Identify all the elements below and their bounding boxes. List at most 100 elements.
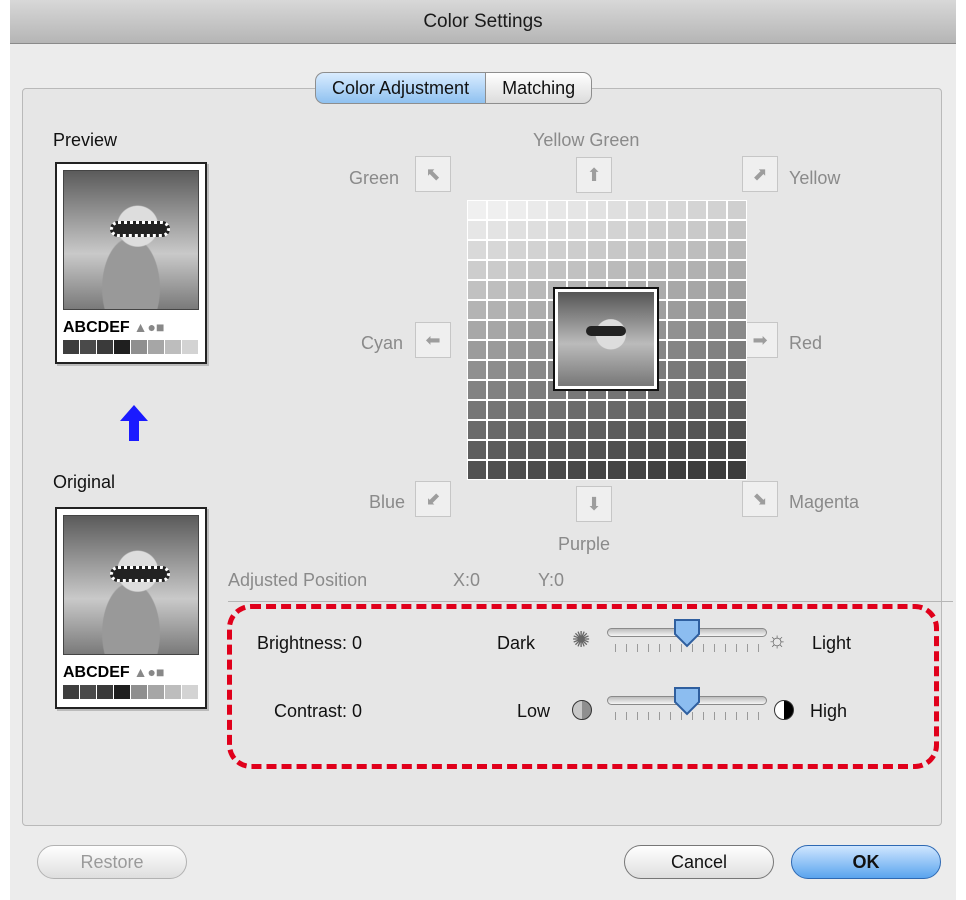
restore-button[interactable]: Restore	[37, 845, 187, 879]
grid-cell[interactable]	[728, 461, 746, 479]
cyan-button[interactable]: ⬅	[415, 322, 451, 358]
grid-cell[interactable]	[628, 421, 646, 439]
grid-cell[interactable]	[508, 381, 526, 399]
grid-cell[interactable]	[588, 401, 606, 419]
grid-cell[interactable]	[728, 321, 746, 339]
grid-cell[interactable]	[528, 241, 546, 259]
grid-cell[interactable]	[668, 301, 686, 319]
grid-cell[interactable]	[668, 241, 686, 259]
grid-cell[interactable]	[508, 461, 526, 479]
grid-cell[interactable]	[468, 221, 486, 239]
grid-cell[interactable]	[528, 281, 546, 299]
grid-cell[interactable]	[508, 341, 526, 359]
grid-cell[interactable]	[688, 341, 706, 359]
grid-cell[interactable]	[548, 401, 566, 419]
grid-cell[interactable]	[568, 461, 586, 479]
grid-cell[interactable]	[628, 441, 646, 459]
grid-cell[interactable]	[488, 341, 506, 359]
grid-cell[interactable]	[688, 221, 706, 239]
grid-cell[interactable]	[688, 381, 706, 399]
grid-cell[interactable]	[508, 421, 526, 439]
contrast-slider-thumb[interactable]	[673, 686, 701, 716]
grid-cell[interactable]	[488, 441, 506, 459]
grid-cell[interactable]	[648, 221, 666, 239]
grid-cell[interactable]	[568, 441, 586, 459]
grid-cell[interactable]	[528, 261, 546, 279]
grid-cell[interactable]	[668, 381, 686, 399]
grid-cell[interactable]	[688, 261, 706, 279]
grid-cell[interactable]	[468, 281, 486, 299]
grid-cell[interactable]	[628, 261, 646, 279]
grid-cell[interactable]	[708, 301, 726, 319]
grid-cell[interactable]	[668, 461, 686, 479]
grid-cell[interactable]	[488, 321, 506, 339]
grid-cell[interactable]	[468, 381, 486, 399]
grid-cell[interactable]	[528, 221, 546, 239]
grid-cell[interactable]	[548, 421, 566, 439]
grid-cell[interactable]	[668, 361, 686, 379]
grid-cell[interactable]	[488, 281, 506, 299]
grid-cell[interactable]	[668, 341, 686, 359]
grid-cell[interactable]	[728, 401, 746, 419]
grid-cell[interactable]	[548, 461, 566, 479]
grid-cell[interactable]	[468, 461, 486, 479]
grid-cell[interactable]	[488, 461, 506, 479]
grid-cell[interactable]	[708, 281, 726, 299]
grid-cell[interactable]	[508, 221, 526, 239]
brightness-slider-thumb[interactable]	[673, 618, 701, 648]
grid-cell[interactable]	[488, 221, 506, 239]
grid-cell[interactable]	[688, 321, 706, 339]
grid-cell[interactable]	[588, 201, 606, 219]
grid-cell[interactable]	[468, 201, 486, 219]
grid-cell[interactable]	[708, 441, 726, 459]
grid-cell[interactable]	[728, 441, 746, 459]
green-button[interactable]: ⬉	[415, 156, 451, 192]
grid-cell[interactable]	[708, 221, 726, 239]
grid-cell[interactable]	[688, 241, 706, 259]
grid-cell[interactable]	[468, 241, 486, 259]
grid-cell[interactable]	[568, 401, 586, 419]
grid-cell[interactable]	[608, 441, 626, 459]
grid-cell[interactable]	[608, 461, 626, 479]
grid-cell[interactable]	[488, 301, 506, 319]
grid-cell[interactable]	[468, 321, 486, 339]
grid-cell[interactable]	[528, 301, 546, 319]
grid-cell[interactable]	[508, 321, 526, 339]
grid-cell[interactable]	[548, 441, 566, 459]
grid-cell[interactable]	[708, 341, 726, 359]
grid-cell[interactable]	[488, 421, 506, 439]
grid-cell[interactable]	[688, 461, 706, 479]
grid-cell[interactable]	[728, 301, 746, 319]
grid-cell[interactable]	[488, 241, 506, 259]
grid-cell[interactable]	[588, 461, 606, 479]
grid-cell[interactable]	[588, 441, 606, 459]
grid-cell[interactable]	[468, 421, 486, 439]
grid-cell[interactable]	[688, 421, 706, 439]
grid-cell[interactable]	[608, 261, 626, 279]
grid-cell[interactable]	[668, 401, 686, 419]
grid-cell[interactable]	[528, 421, 546, 439]
grid-cell[interactable]	[728, 261, 746, 279]
grid-cell[interactable]	[568, 201, 586, 219]
grid-cell[interactable]	[528, 441, 546, 459]
grid-cell[interactable]	[528, 201, 546, 219]
grid-cell[interactable]	[508, 201, 526, 219]
grid-cell[interactable]	[648, 461, 666, 479]
magenta-button[interactable]: ⬊	[742, 481, 778, 517]
grid-cell[interactable]	[548, 201, 566, 219]
grid-cell[interactable]	[728, 341, 746, 359]
contrast-slider[interactable]	[607, 686, 767, 726]
grid-cell[interactable]	[608, 401, 626, 419]
grid-cell[interactable]	[508, 361, 526, 379]
grid-cell[interactable]	[688, 281, 706, 299]
grid-cell[interactable]	[708, 261, 726, 279]
grid-cell[interactable]	[728, 381, 746, 399]
grid-cell[interactable]	[728, 201, 746, 219]
grid-cell[interactable]	[608, 421, 626, 439]
grid-cell[interactable]	[608, 221, 626, 239]
grid-cell[interactable]	[588, 221, 606, 239]
grid-cell[interactable]	[488, 361, 506, 379]
grid-cell[interactable]	[668, 281, 686, 299]
grid-cell[interactable]	[528, 321, 546, 339]
grid-cell[interactable]	[708, 201, 726, 219]
